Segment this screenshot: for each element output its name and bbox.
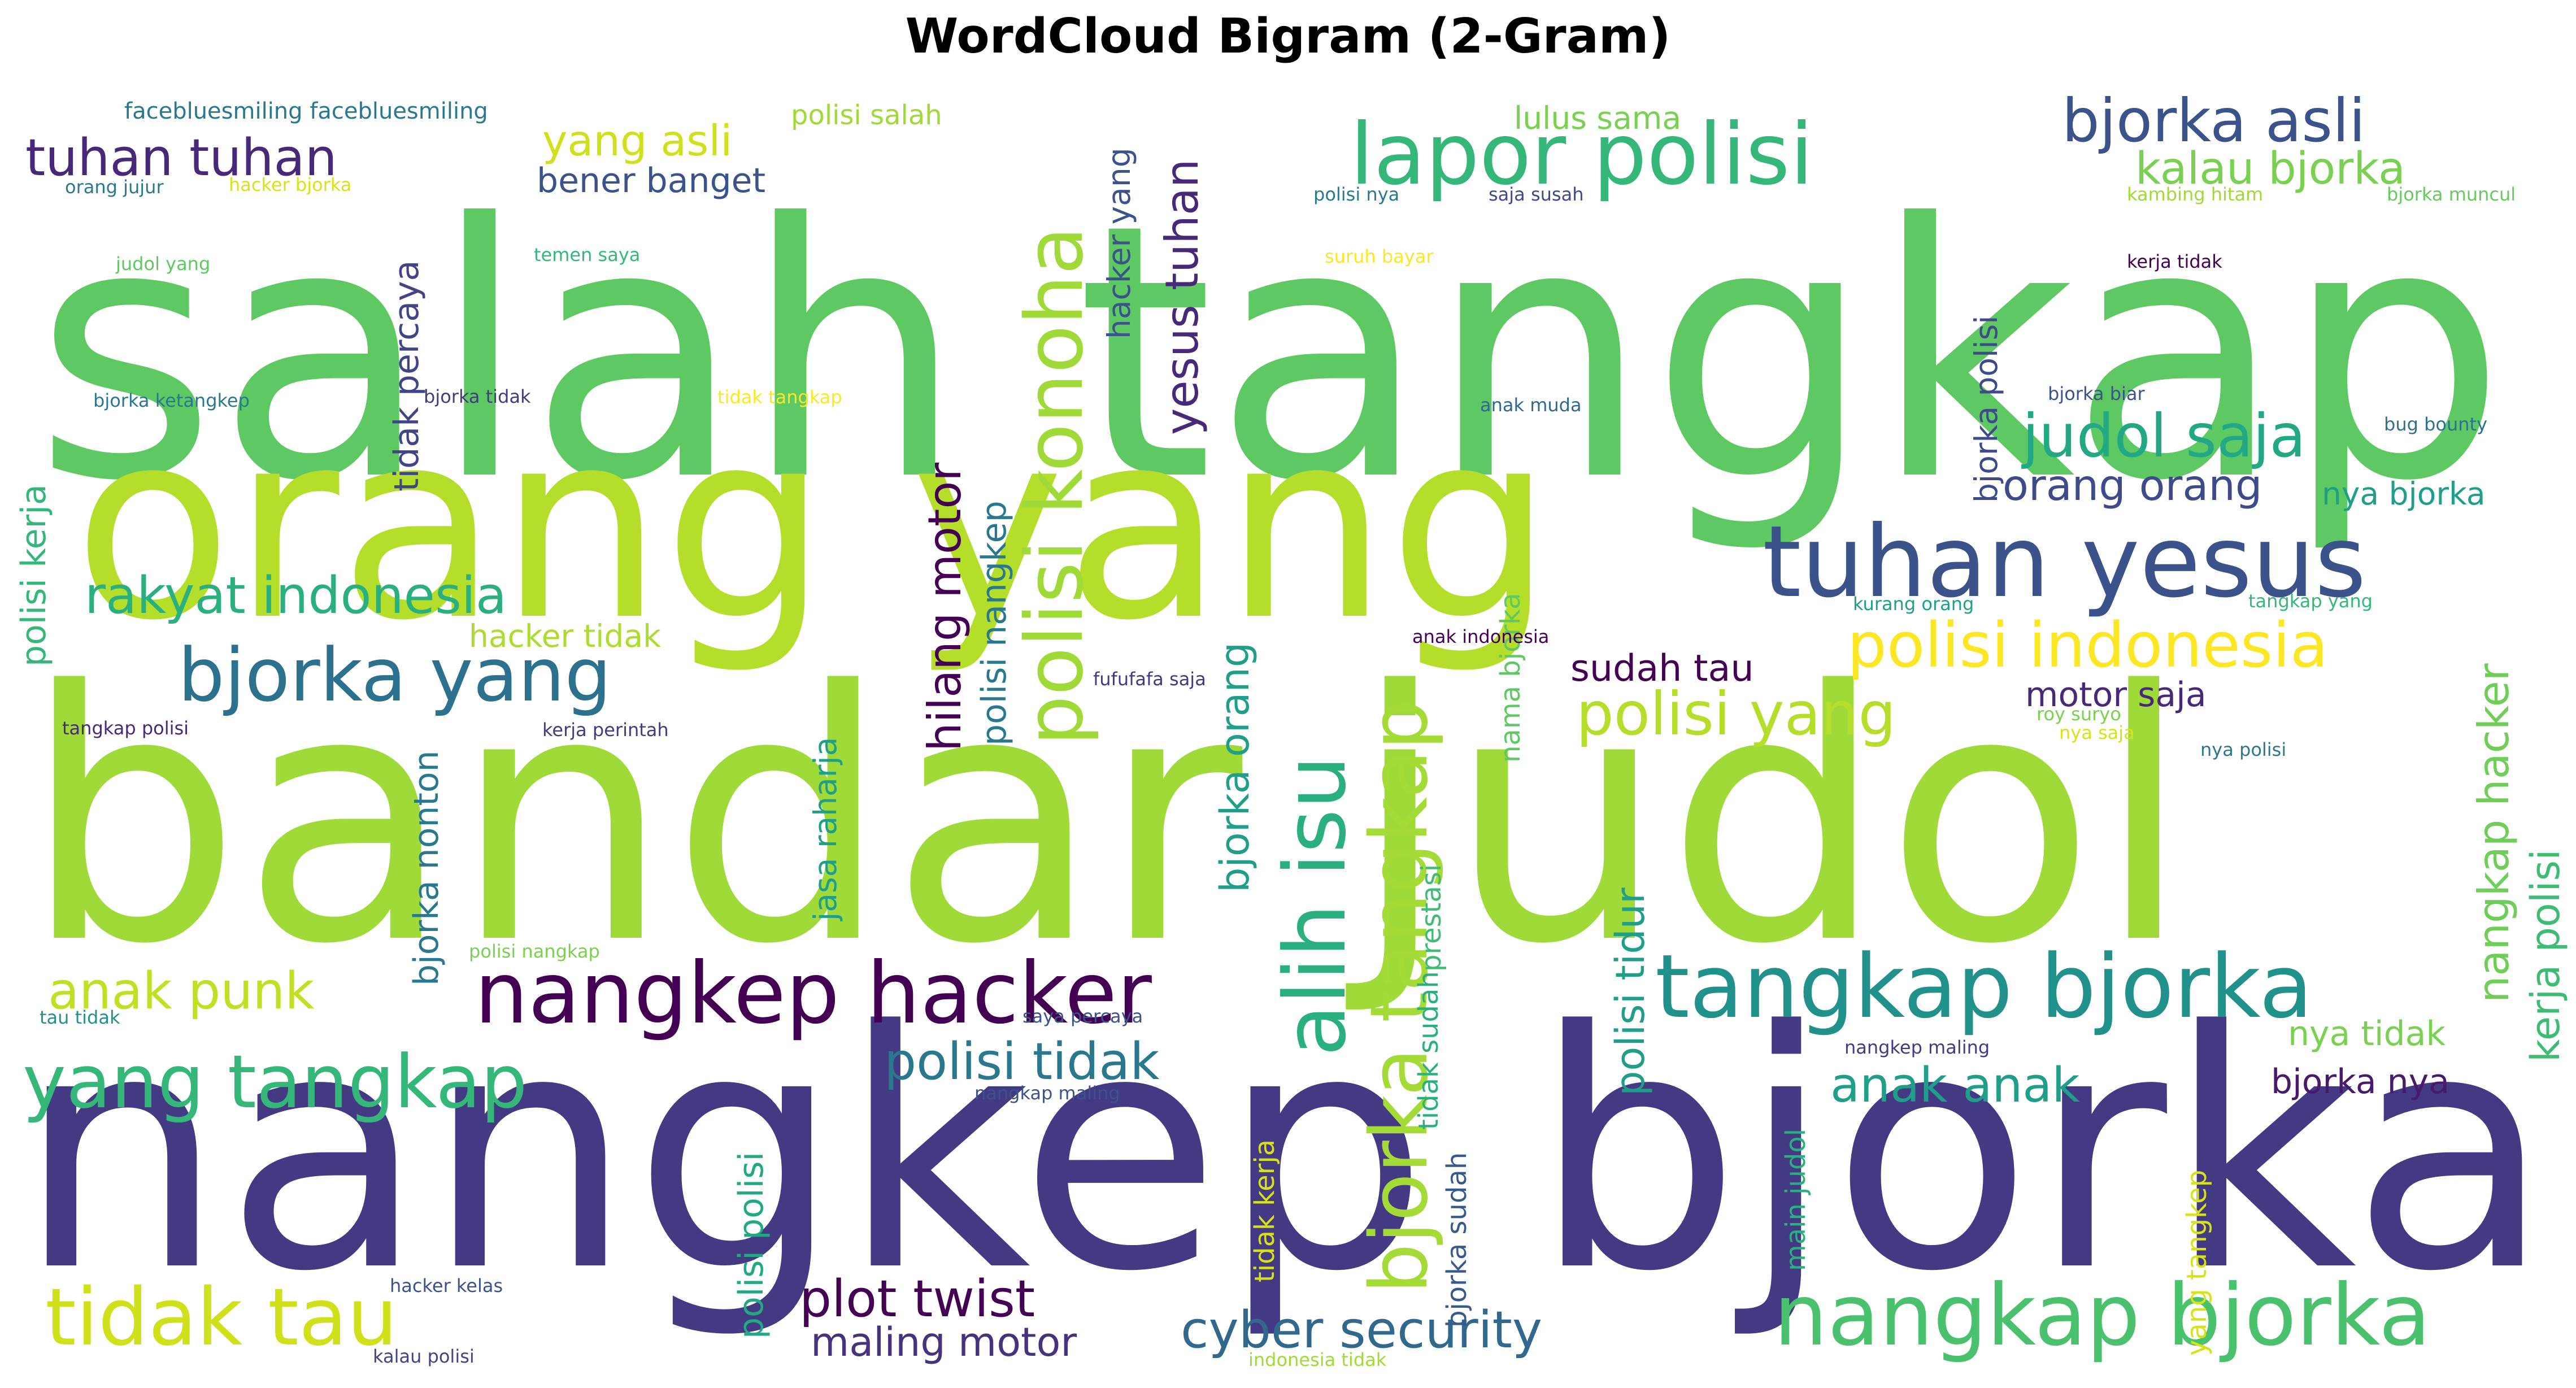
- word-polisi-salah: polisi salah: [791, 99, 942, 131]
- word-hacker-bjorka: hacker bjorka: [229, 174, 351, 195]
- word-bjorka-orang: bjorka orang: [1212, 642, 1258, 893]
- word-main-judol: main judol: [1780, 1129, 1812, 1271]
- word-nya-polisi: nya polisi: [2200, 739, 2286, 760]
- word-hacker-yang: hacker yang: [1101, 147, 1137, 339]
- word-bjorka-muncul: bjorka muncul: [2387, 184, 2516, 205]
- word-polisi-nangkap: polisi nangkap: [469, 941, 600, 962]
- word-lulus-sama: lulus sama: [1514, 100, 1681, 136]
- word-kerja-polisi: kerja polisi: [2522, 849, 2569, 1062]
- word-orang-orang: orang orang: [2003, 460, 2262, 510]
- word-polisi-konoha: polisi konoha: [1009, 227, 1101, 746]
- word-tidak-tangkap: tidak tangkap: [717, 386, 842, 408]
- word-polisi-tidur: polisi tidur: [1607, 887, 1653, 1096]
- word-suruh-bayar: suruh bayar: [1325, 246, 1434, 267]
- word-nangkep-maling: nangkep maling: [1844, 1037, 1990, 1058]
- word-jasa-raharja: jasa raharja: [807, 737, 843, 921]
- word-maling-motor: maling motor: [811, 1319, 1077, 1365]
- word-tidak-tau: tidak tau: [45, 1272, 397, 1364]
- word-temen-saya: temen saya: [534, 244, 640, 266]
- word-cloud: salah tangkaporang yangbandar judolnangk…: [14, 86, 2569, 1370]
- word-sudah-tau: sudah tau: [1570, 647, 1754, 690]
- word-rakyat-indonesia: rakyat indonesia: [85, 566, 507, 625]
- word-fufufafa-saja: fufufafa saja: [1093, 668, 1206, 690]
- word-yesus-tuhan: yesus tuhan: [1156, 159, 1208, 435]
- word-alih-isu: alih isu: [1267, 755, 1365, 1056]
- word-prestasi: prestasi: [1416, 864, 1447, 972]
- word-nama-bjorka: nama bjorka: [1495, 593, 1526, 763]
- word-tidak-kerja: tidak kerja: [1249, 1139, 1281, 1282]
- word-bjorka-ketangkep: bjorka ketangkep: [93, 390, 250, 411]
- word-nya-tidak: nya tidak: [2288, 1014, 2446, 1054]
- word-anak-muda: anak muda: [1480, 394, 1582, 416]
- word-tangkap-bjorka: tangkap bjorka: [1655, 936, 2313, 1038]
- word-kambing-hitam: kambing hitam: [2127, 184, 2263, 205]
- word-nangkap-maling: nangkap maling: [974, 1082, 1120, 1104]
- word-yang-tangkep: yang tangkep: [2181, 1170, 2213, 1356]
- word-bjorka-tidak: bjorka tidak: [424, 386, 531, 407]
- word-polisi-indonesia: polisi indonesia: [1847, 609, 2328, 681]
- word-hacker-tidak: hacker tidak: [469, 618, 661, 654]
- word-kerja-tidak: kerja tidak: [2127, 251, 2222, 272]
- word-tangkap-yang: tangkap yang: [2248, 590, 2373, 612]
- word-polisi-polisi: polisi polisi: [732, 1152, 771, 1339]
- word-bjorka-nonton: bjorka nonton: [407, 750, 446, 986]
- word-hacker-kelas: hacker kelas: [390, 1275, 503, 1296]
- word-kerja-perintah: kerja perintah: [542, 719, 669, 741]
- word-bjorka-polisi: bjorka polisi: [1968, 315, 2004, 503]
- word-kalau-polisi: kalau polisi: [373, 1346, 475, 1367]
- word-tau-tidak: tau tidak: [40, 1007, 120, 1028]
- word-orang-jujur: orang jujur: [65, 176, 164, 198]
- word-hilang-motor: hilang motor: [919, 463, 971, 751]
- word-saja-susah: saja susah: [1489, 184, 1583, 205]
- word-nangkap-bjorka: nangkap bjorka: [1774, 1267, 2431, 1365]
- word-bener-banget: bener banget: [537, 161, 765, 201]
- word-nya-saja: nya saja: [2059, 722, 2135, 743]
- word-polisi-kerja: polisi kerja: [14, 484, 54, 667]
- word-bjorka-biar: bjorka biar: [2048, 383, 2146, 404]
- word-bjorka-nya: bjorka nya: [2271, 1062, 2449, 1102]
- word-yang-tangkap: yang tangkap: [23, 1039, 528, 1125]
- word-yang-asli: yang asli: [542, 116, 732, 166]
- word-nangkap-hacker: nangkap hacker: [2469, 663, 2518, 1003]
- word-tangkap-polisi: tangkap polisi: [62, 717, 189, 739]
- word-anak-anak: anak anak: [1830, 1058, 2080, 1113]
- word-saya-percaya: saya percaya: [1022, 1006, 1143, 1027]
- word-bug-bounty: bug bounty: [2384, 414, 2487, 435]
- word-bjorka-sudah: bjorka sudah: [1441, 1152, 1473, 1328]
- word-tidak-percaya: tidak percaya: [387, 260, 427, 491]
- word-polisi-nangkep: polisi nangkep: [974, 501, 1014, 746]
- word-nya-bjorka: nya bjorka: [2322, 476, 2486, 512]
- word-polisi-nya: polisi nya: [1313, 184, 1399, 205]
- word-judol-yang: judol yang: [115, 253, 210, 275]
- word-polisi-yang: polisi yang: [1576, 680, 1896, 749]
- word-kurang-orang: kurang orang: [1853, 593, 1974, 615]
- word-anak-indonesia: anak indonesia: [1412, 626, 1549, 647]
- word-facebluesmiling-facebluesmiling: facebluesmiling facebluesmiling: [124, 98, 488, 124]
- word-tidak-sudah: tidak sudah: [1413, 971, 1444, 1130]
- word-indonesia-tidak: indonesia tidak: [1248, 1349, 1387, 1370]
